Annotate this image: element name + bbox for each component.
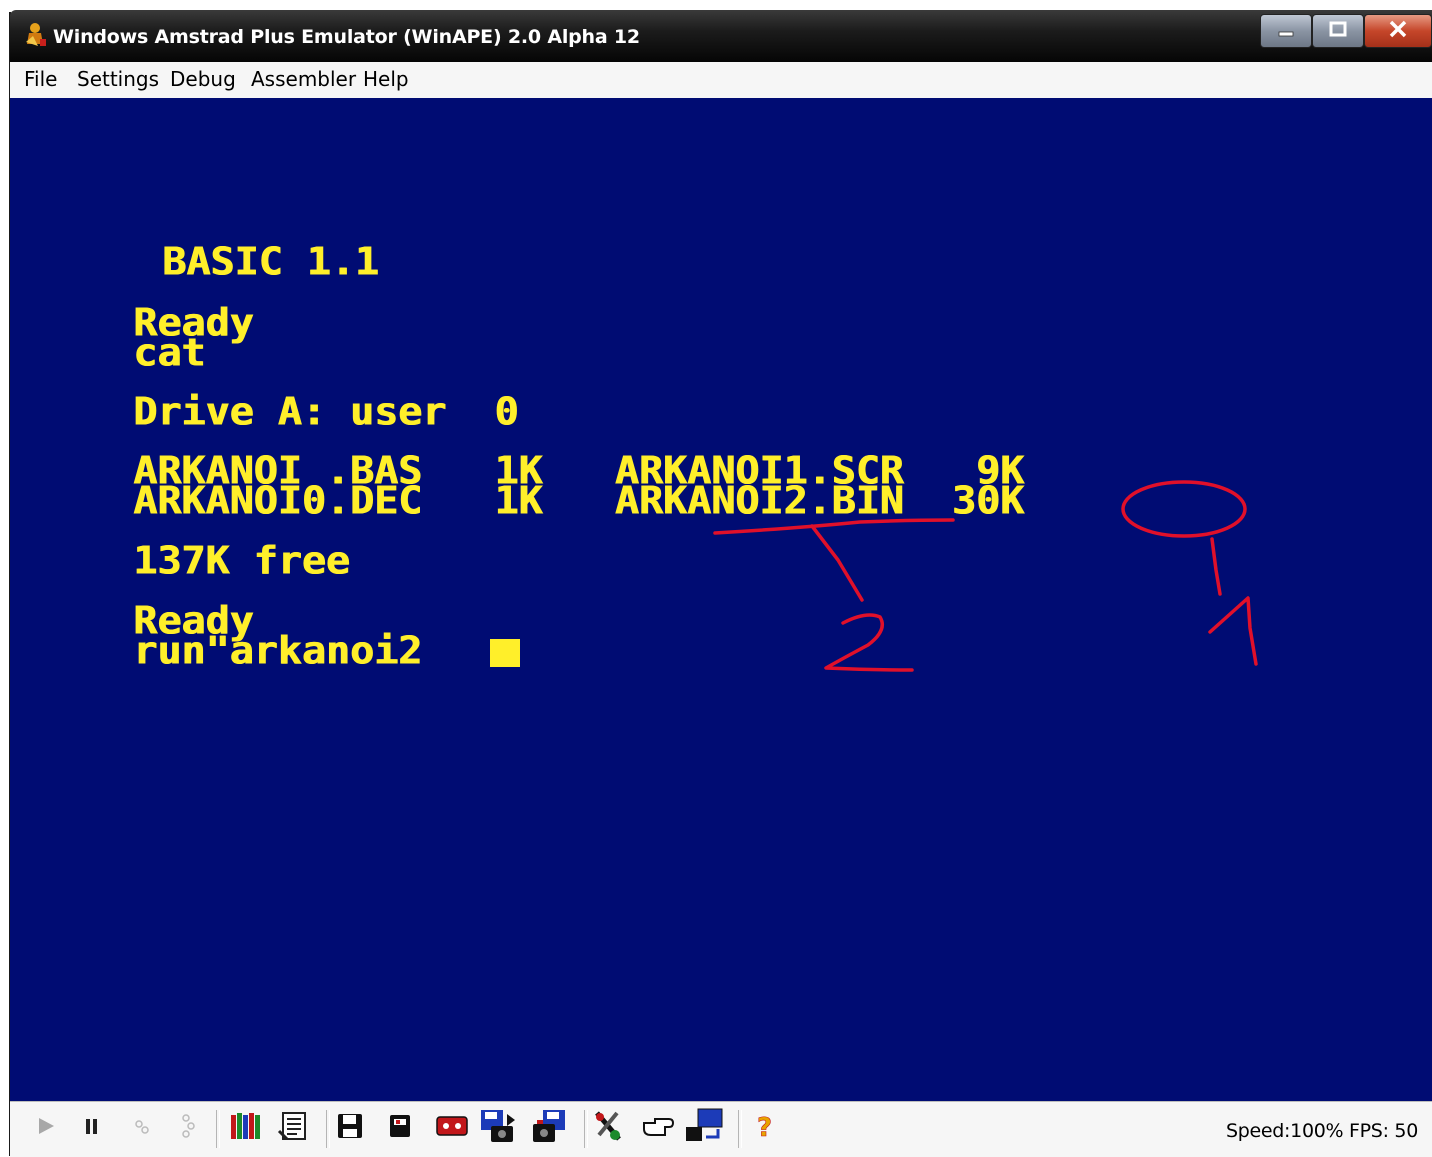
step-over-icon (177, 1113, 199, 1143)
tools-button[interactable] (590, 1110, 626, 1146)
menu-debug[interactable]: Debug (166, 66, 240, 92)
pointer-button[interactable] (640, 1110, 676, 1146)
cat-command: cat (133, 331, 206, 376)
save-disk-button[interactable] (332, 1110, 368, 1146)
title-bar[interactable]: Windows Amstrad Plus Emulator (WinAPE) 2… (10, 10, 1432, 62)
menu-bar: File Settings Debug Assembler Help (10, 62, 1432, 99)
pause-icon (81, 1115, 103, 1141)
tape-icon (435, 1111, 469, 1145)
snapshot-load-button[interactable] (480, 1110, 516, 1146)
tape-button[interactable] (434, 1110, 470, 1146)
speed-fps-status: Speed:100% FPS: 50 (1226, 1120, 1418, 1142)
network-transfer-button[interactable] (684, 1107, 724, 1149)
toolbar-separator (738, 1110, 742, 1148)
step-over-button[interactable] (170, 1110, 206, 1146)
menu-file[interactable]: File (20, 66, 61, 92)
svg-text:?: ? (757, 1113, 772, 1141)
run-command: run"arkanoi2 (133, 629, 422, 674)
disassembly-button[interactable] (276, 1110, 312, 1146)
menu-assembler[interactable]: Assembler (247, 66, 360, 92)
close-icon (1387, 19, 1409, 43)
play-icon (35, 1115, 57, 1141)
minimize-button[interactable] (1260, 14, 1312, 48)
pointer-hand-icon (641, 1111, 675, 1145)
step-icon (131, 1115, 153, 1141)
maximize-button[interactable] (1312, 14, 1364, 48)
winape-app-icon[interactable] (24, 22, 48, 48)
toolbar-separator (584, 1110, 588, 1148)
help-button[interactable]: ? (746, 1110, 782, 1146)
menu-settings[interactable]: Settings (73, 66, 163, 92)
text-cursor (490, 639, 520, 667)
pause-button[interactable] (74, 1110, 110, 1146)
snapshot-save-icon (531, 1108, 569, 1148)
toolbar-separator (216, 1110, 220, 1148)
colour-palette-button[interactable] (228, 1110, 264, 1146)
free-space-line: 137K free (133, 539, 350, 584)
drive-header: Drive A: user 0 (133, 390, 519, 435)
snapshot-save-button[interactable] (532, 1110, 568, 1146)
close-button[interactable] (1364, 14, 1432, 48)
basic-banner: BASIC 1.1 (162, 240, 379, 285)
toolbar-separator (326, 1110, 330, 1148)
step-button[interactable] (124, 1110, 160, 1146)
disk-drive-button[interactable] (382, 1110, 418, 1146)
network-transfer-icon (684, 1107, 724, 1149)
colour-palette-icon (229, 1109, 263, 1147)
minimize-icon (1276, 22, 1296, 41)
toolbar: ? Speed:100% FPS: 50 (10, 1101, 1432, 1157)
directory-row: ARKANOI0.DEC 1K ARKANOI2.BIN 30K (133, 479, 1025, 524)
menu-help[interactable]: Help (359, 66, 413, 92)
save-disk-icon (335, 1111, 365, 1145)
snapshot-load-icon (479, 1108, 517, 1148)
disassembly-icon (277, 1109, 311, 1147)
tools-icon (591, 1109, 625, 1147)
play-button[interactable] (28, 1110, 64, 1146)
window-title: Windows Amstrad Plus Emulator (WinAPE) 2… (53, 26, 640, 48)
maximize-icon (1328, 20, 1348, 42)
help-icon: ? (752, 1111, 776, 1145)
disk-drive-icon (385, 1111, 415, 1145)
